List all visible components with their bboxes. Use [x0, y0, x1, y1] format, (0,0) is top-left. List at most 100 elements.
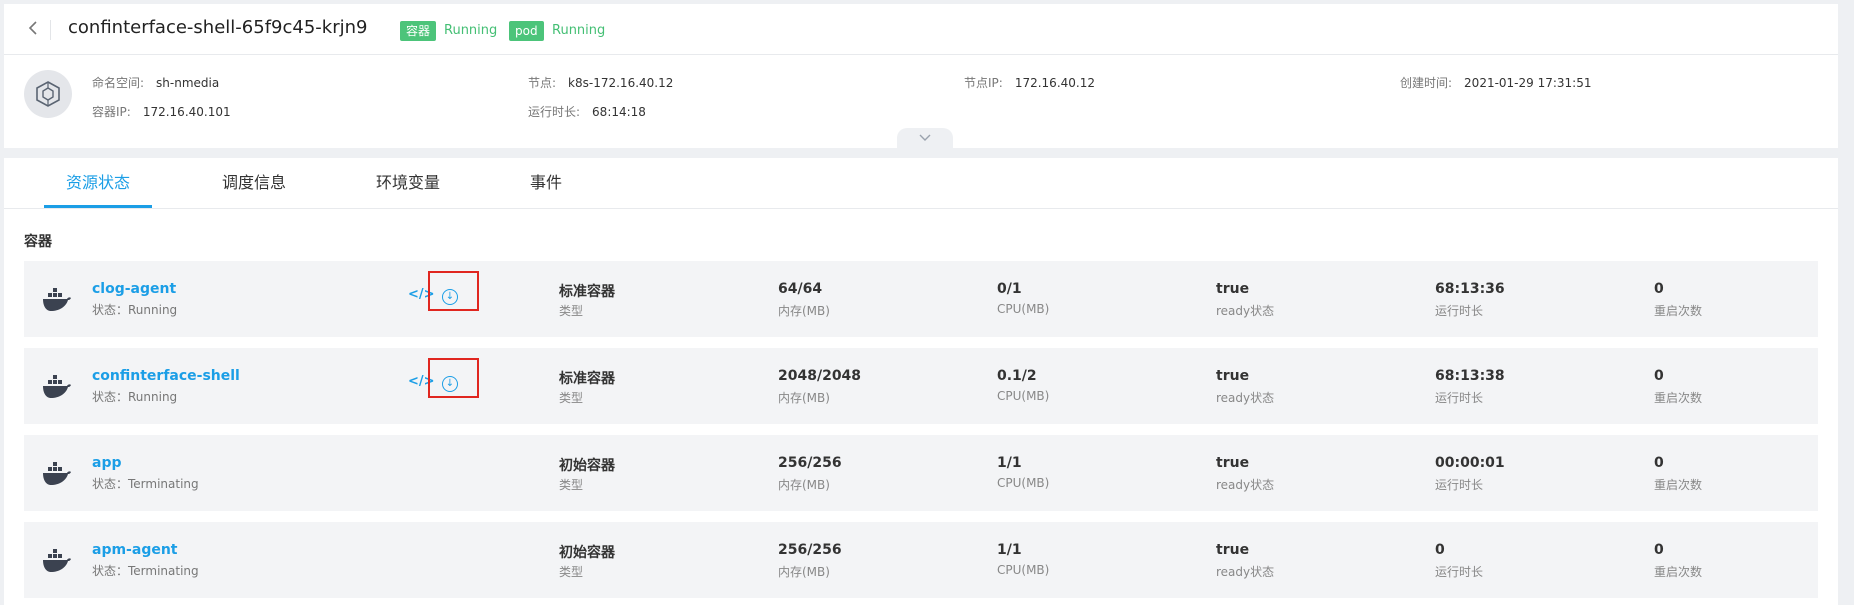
type-label: 类型: [559, 391, 584, 405]
memory-value: 256/256: [778, 542, 842, 558]
container-status: 状态：Running: [92, 390, 178, 404]
container-status: Running: [444, 23, 498, 38]
docker-icon: [43, 288, 71, 311]
container-name[interactable]: app: [92, 455, 122, 471]
container-name[interactable]: confinterface-shell: [92, 368, 240, 384]
node-label: 节点:: [528, 76, 557, 90]
docker-icon: [43, 462, 71, 485]
memory-value: 64/64: [778, 281, 823, 297]
container-ip-label: 容器IP:: [92, 105, 131, 119]
restarts-value: 0: [1654, 542, 1664, 558]
cpu-value: 0.1/2: [997, 368, 1037, 384]
type-value: 初始容器: [559, 545, 615, 561]
ready-label: ready状态: [1216, 565, 1275, 579]
ready-label: ready状态: [1216, 478, 1275, 492]
container-row: app 状态：Terminating 初始容器 类型 256/256 内存(MB…: [24, 435, 1818, 511]
chevron-down-icon: [919, 134, 931, 141]
title-bar: confinterface-shell-65f9c45-krjn9 容器 Run…: [4, 4, 1838, 55]
runtime-value: 68:13:36: [1435, 281, 1505, 297]
restarts-label: 重启次数: [1654, 565, 1703, 579]
page-title: confinterface-shell-65f9c45-krjn9: [68, 17, 368, 38]
restarts-value: 0: [1654, 368, 1664, 384]
namespace-value: sh-nmedia: [156, 76, 220, 90]
ready-value: true: [1216, 455, 1250, 471]
node-ip-value: 172.16.40.12: [1014, 76, 1095, 90]
type-value: 标准容器: [559, 371, 615, 387]
tab-resource-status[interactable]: 资源状态: [44, 158, 152, 208]
runtime-value: 00:00:01: [1435, 455, 1505, 471]
pod-status: Running: [552, 23, 606, 38]
created-value: 2021-01-29 17:31:51: [1464, 76, 1592, 90]
highlight-box: [428, 358, 479, 398]
memory-label: 内存(MB): [778, 478, 830, 492]
created-label: 创建时间:: [1400, 76, 1453, 90]
node-value: k8s-172.16.40.12: [568, 76, 674, 90]
section-title: 容器: [24, 234, 52, 250]
cpu-label: CPU(MB): [997, 302, 1050, 316]
docker-icon: [43, 549, 71, 572]
collapse-toggle[interactable]: [897, 128, 953, 150]
chevron-left-icon: [28, 21, 37, 35]
memory-value: 256/256: [778, 455, 842, 471]
container-cluster-icon: [24, 70, 72, 118]
container-name[interactable]: clog-agent: [92, 281, 176, 297]
cpu-value: 0/1: [997, 281, 1022, 297]
runtime-label: 运行时长: [1435, 391, 1484, 405]
type-label: 类型: [559, 304, 584, 318]
highlight-box: [428, 271, 479, 311]
cpu-value: 1/1: [997, 455, 1022, 471]
type-value: 初始容器: [559, 458, 615, 474]
cpu-label: CPU(MB): [997, 389, 1050, 403]
uptime-value: 68:14:18: [592, 105, 646, 119]
tab-env-vars[interactable]: 环境变量: [354, 158, 462, 208]
restarts-value: 0: [1654, 455, 1664, 471]
ready-value: true: [1216, 542, 1250, 558]
tab-bar: 资源状态 调度信息 环境变量 事件: [4, 158, 1838, 209]
namespace-info: 命名空间: sh-nmedia: [92, 74, 219, 91]
restarts-value: 0: [1654, 281, 1664, 297]
runtime-value: 68:13:38: [1435, 368, 1505, 384]
pod-summary-card: confinterface-shell-65f9c45-krjn9 容器 Run…: [4, 4, 1838, 150]
type-value: 标准容器: [559, 284, 615, 300]
container-row: clog-agent 状态：Running 标准容器 类型 64/64 内存(M…: [24, 261, 1818, 337]
container-name[interactable]: apm-agent: [92, 542, 178, 558]
memory-label: 内存(MB): [778, 391, 830, 405]
divider: [50, 20, 51, 40]
tab-scheduling-info[interactable]: 调度信息: [200, 158, 308, 208]
node-info: 节点: k8s-172.16.40.12: [528, 74, 673, 91]
container-ip-value: 172.16.40.101: [142, 105, 231, 119]
container-badge: 容器: [400, 21, 437, 41]
memory-label: 内存(MB): [778, 304, 830, 318]
container-ip-info: 容器IP: 172.16.40.101: [92, 103, 231, 120]
restarts-label: 重启次数: [1654, 304, 1703, 318]
docker-icon: [43, 375, 71, 398]
ready-label: ready状态: [1216, 391, 1275, 405]
cpu-value: 1/1: [997, 542, 1022, 558]
container-status: 状态：Terminating: [92, 477, 199, 491]
type-label: 类型: [559, 478, 584, 492]
type-label: 类型: [559, 565, 584, 579]
back-button[interactable]: [22, 19, 44, 41]
runtime-value: 0: [1435, 542, 1445, 558]
container-status: 状态：Terminating: [92, 564, 199, 578]
uptime-label: 运行时长:: [528, 105, 581, 119]
detail-panel: 资源状态 调度信息 环境变量 事件 容器 clog-agent 状态：Runni…: [4, 158, 1838, 605]
runtime-label: 运行时长: [1435, 304, 1484, 318]
runtime-label: 运行时长: [1435, 565, 1484, 579]
memory-value: 2048/2048: [778, 368, 862, 384]
cpu-label: CPU(MB): [997, 563, 1050, 577]
uptime-info: 运行时长: 68:14:18: [528, 103, 646, 120]
node-ip-info: 节点IP: 172.16.40.12: [964, 74, 1095, 91]
runtime-label: 运行时长: [1435, 478, 1484, 492]
cpu-label: CPU(MB): [997, 476, 1050, 490]
ready-value: true: [1216, 281, 1250, 297]
node-ip-label: 节点IP:: [964, 76, 1003, 90]
restarts-label: 重启次数: [1654, 391, 1703, 405]
created-info: 创建时间: 2021-01-29 17:31:51: [1400, 74, 1592, 91]
tab-events[interactable]: 事件: [508, 158, 584, 208]
container-row: apm-agent 状态：Terminating 初始容器 类型 256/256…: [24, 522, 1818, 598]
ready-label: ready状态: [1216, 304, 1275, 318]
container-status: 状态：Running: [92, 303, 178, 317]
container-row: confinterface-shell 状态：Running 标准容器 类型 2…: [24, 348, 1818, 424]
memory-label: 内存(MB): [778, 565, 830, 579]
